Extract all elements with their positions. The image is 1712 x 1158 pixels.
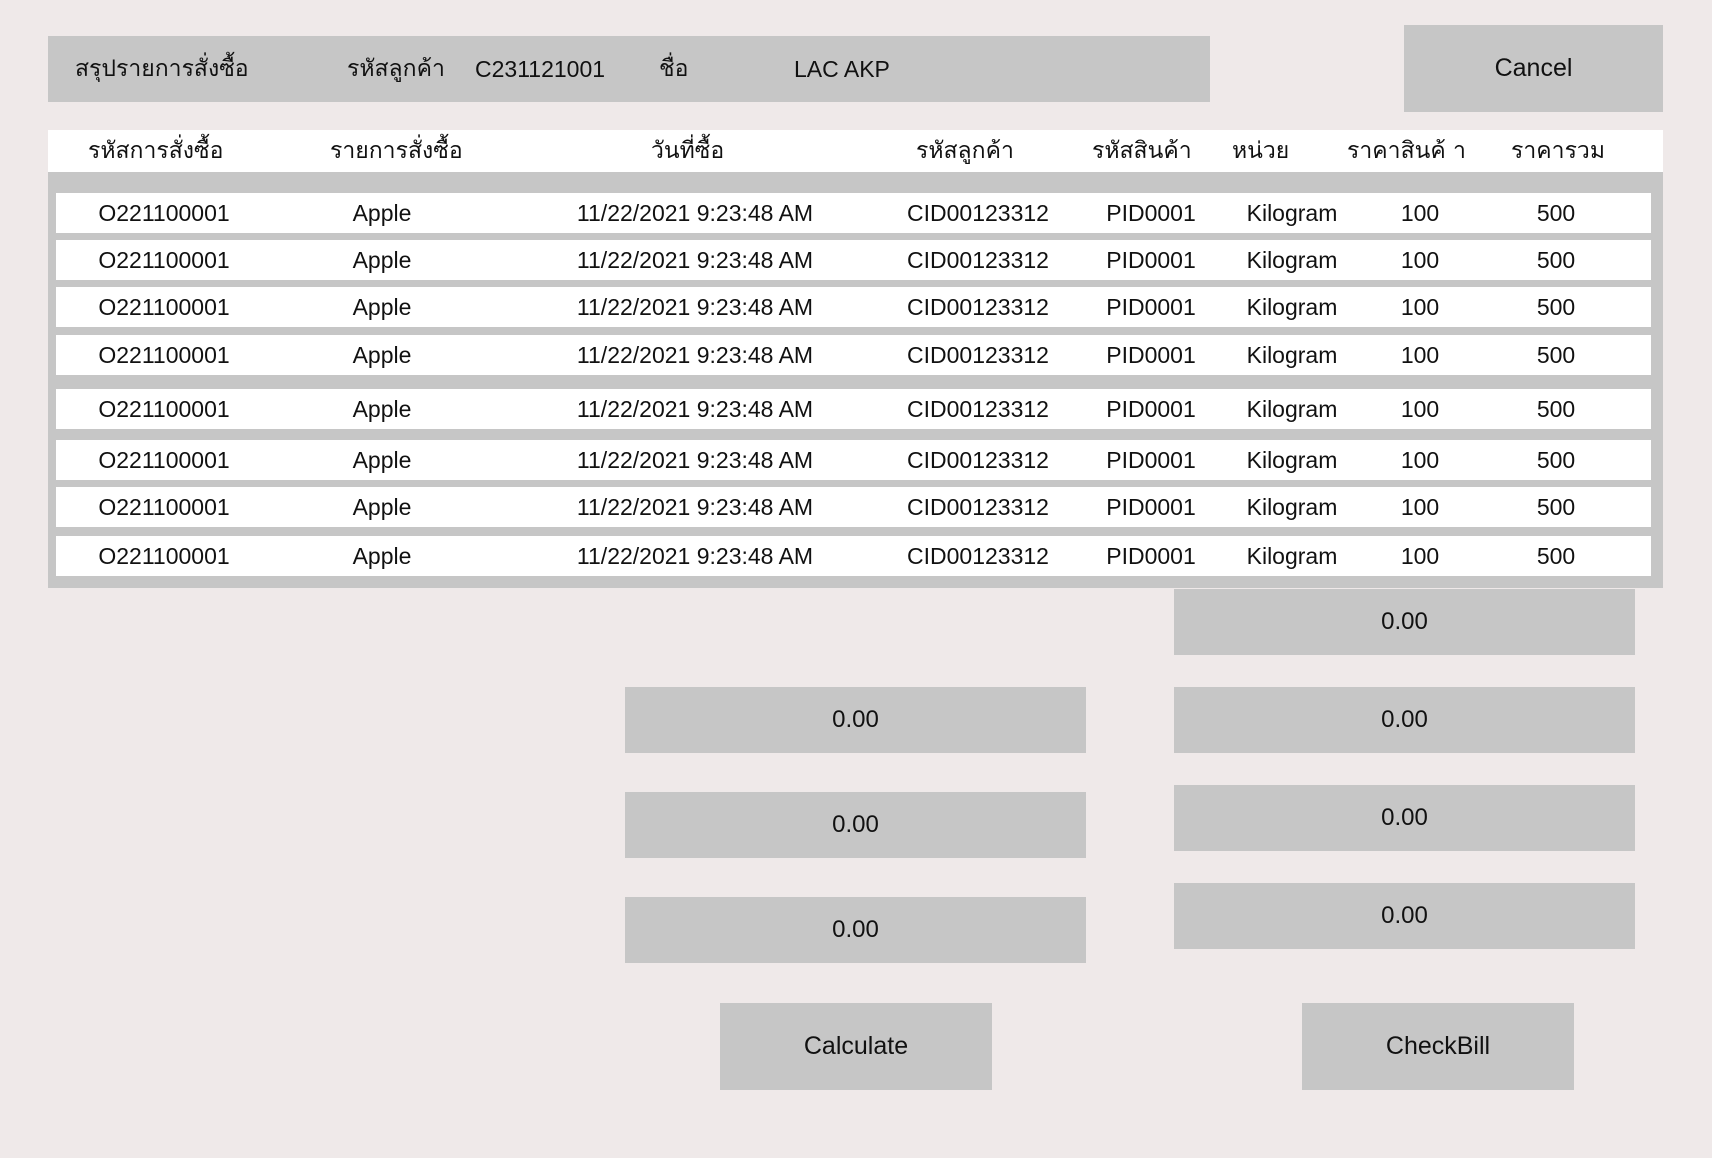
item-cell: Apple (352, 342, 412, 368)
item-cell: Apple (352, 396, 412, 422)
order-id-cell: O221100001 (98, 247, 230, 273)
date-cell: 11/22/2021 9:23:48 AM (576, 396, 814, 422)
product-id-cell: PID0001 (1106, 494, 1196, 520)
table-row[interactable]: O221100001 Apple 11/22/2021 9:23:48 AM C… (56, 389, 1651, 429)
unit-cell: Kilogram (1246, 494, 1338, 520)
customer-id-cell: CID00123312 (907, 342, 1049, 368)
customer-id-cell: CID00123312 (907, 396, 1049, 422)
customer-id-cell: CID00123312 (907, 200, 1049, 226)
orders-table: O221100001 Apple 11/22/2021 9:23:48 AM C… (48, 172, 1663, 588)
table-row[interactable]: O221100001 Apple 11/22/2021 9:23:48 AM C… (56, 440, 1651, 480)
price-cell: 100 (1400, 247, 1440, 273)
total-cell: 500 (1536, 247, 1576, 273)
item-cell: Apple (352, 247, 412, 273)
column-header[interactable]: รหัสลูกค้า (916, 136, 1014, 166)
date-cell: 11/22/2021 9:23:48 AM (576, 543, 814, 569)
unit-cell: Kilogram (1246, 447, 1338, 473)
item-cell: Apple (352, 494, 412, 520)
table-row[interactable]: O221100001 Apple 11/22/2021 9:23:48 AM C… (56, 240, 1651, 280)
total-field-left-1[interactable]: 0.00 (625, 687, 1086, 753)
total-cell: 500 (1536, 342, 1576, 368)
table-row[interactable]: O221100001 Apple 11/22/2021 9:23:48 AM C… (56, 536, 1651, 576)
summary-bar: สรุปรายการสั่งซื้อ รหัสลูกค้า C231121001… (48, 36, 1210, 102)
product-id-cell: PID0001 (1106, 396, 1196, 422)
price-cell: 100 (1400, 396, 1440, 422)
order-id-cell: O221100001 (98, 396, 230, 422)
page-title: สรุปรายการสั่งซื้อ (75, 56, 249, 82)
date-cell: 11/22/2021 9:23:48 AM (576, 494, 814, 520)
customer-id-cell: CID00123312 (907, 494, 1049, 520)
customer-name-label: ชื่อ (659, 56, 689, 82)
order-id-cell: O221100001 (98, 447, 230, 473)
unit-cell: Kilogram (1246, 342, 1338, 368)
customer-id-cell: CID00123312 (907, 294, 1049, 320)
customer-code-label: รหัสลูกค้า (347, 56, 445, 82)
unit-cell: Kilogram (1246, 200, 1338, 226)
unit-cell: Kilogram (1246, 396, 1338, 422)
price-cell: 100 (1400, 200, 1440, 226)
column-header[interactable]: รายการสั่งซื้อ (330, 136, 463, 166)
total-cell: 500 (1536, 543, 1576, 569)
price-cell: 100 (1400, 294, 1440, 320)
total-cell: 500 (1536, 396, 1576, 422)
date-cell: 11/22/2021 9:23:48 AM (576, 447, 814, 473)
total-cell: 500 (1536, 494, 1576, 520)
total-field-right-1[interactable]: 0.00 (1174, 589, 1635, 655)
date-cell: 11/22/2021 9:23:48 AM (576, 294, 814, 320)
product-id-cell: PID0001 (1106, 247, 1196, 273)
total-cell: 500 (1536, 200, 1576, 226)
order-id-cell: O221100001 (98, 200, 230, 226)
total-field-right-3[interactable]: 0.00 (1174, 785, 1635, 851)
item-cell: Apple (352, 294, 412, 320)
total-cell: 500 (1536, 294, 1576, 320)
column-header[interactable]: หน่วย (1232, 136, 1289, 166)
price-cell: 100 (1400, 494, 1440, 520)
column-header[interactable]: รหัสสินค้า (1092, 136, 1192, 166)
product-id-cell: PID0001 (1106, 294, 1196, 320)
checkbill-button[interactable]: CheckBill (1302, 1003, 1574, 1090)
customer-name-value: LAC AKP (794, 56, 890, 82)
date-cell: 11/22/2021 9:23:48 AM (576, 247, 814, 273)
unit-cell: Kilogram (1246, 294, 1338, 320)
date-cell: 11/22/2021 9:23:48 AM (576, 200, 814, 226)
table-row[interactable]: O221100001 Apple 11/22/2021 9:23:48 AM C… (56, 193, 1651, 233)
total-field-right-2[interactable]: 0.00 (1174, 687, 1635, 753)
price-cell: 100 (1400, 447, 1440, 473)
customer-id-cell: CID00123312 (907, 543, 1049, 569)
table-row[interactable]: O221100001 Apple 11/22/2021 9:23:48 AM C… (56, 287, 1651, 327)
calculate-button[interactable]: Calculate (720, 1003, 992, 1090)
order-id-cell: O221100001 (98, 294, 230, 320)
column-header[interactable]: รหัสการสั่งซื้อ (88, 136, 223, 166)
product-id-cell: PID0001 (1106, 342, 1196, 368)
total-cell: 500 (1536, 447, 1576, 473)
item-cell: Apple (352, 447, 412, 473)
total-field-left-3[interactable]: 0.00 (625, 897, 1086, 963)
column-header[interactable]: ราคารวม (1511, 136, 1605, 166)
price-cell: 100 (1400, 342, 1440, 368)
product-id-cell: PID0001 (1106, 543, 1196, 569)
unit-cell: Kilogram (1246, 543, 1338, 569)
order-id-cell: O221100001 (98, 543, 230, 569)
total-field-left-2[interactable]: 0.00 (625, 792, 1086, 858)
product-id-cell: PID0001 (1106, 200, 1196, 226)
table-row[interactable]: O221100001 Apple 11/22/2021 9:23:48 AM C… (56, 335, 1651, 375)
product-id-cell: PID0001 (1106, 447, 1196, 473)
price-cell: 100 (1400, 543, 1440, 569)
item-cell: Apple (352, 543, 412, 569)
order-id-cell: O221100001 (98, 342, 230, 368)
customer-id-cell: CID00123312 (907, 247, 1049, 273)
customer-id-cell: CID00123312 (907, 447, 1049, 473)
cancel-button[interactable]: Cancel (1404, 25, 1663, 112)
column-header[interactable]: วันที่ซื้อ (651, 136, 724, 166)
item-cell: Apple (352, 200, 412, 226)
order-id-cell: O221100001 (98, 494, 230, 520)
table-row[interactable]: O221100001 Apple 11/22/2021 9:23:48 AM C… (56, 487, 1651, 527)
unit-cell: Kilogram (1246, 247, 1338, 273)
column-header[interactable]: ราคาสินค้ า (1347, 136, 1466, 166)
customer-code-value: C231121001 (475, 56, 606, 82)
table-header: รหัสการสั่งซื้อ รายการสั่งซื้อ วันที่ซื้… (48, 130, 1663, 172)
total-field-right-4[interactable]: 0.00 (1174, 883, 1635, 949)
date-cell: 11/22/2021 9:23:48 AM (576, 342, 814, 368)
